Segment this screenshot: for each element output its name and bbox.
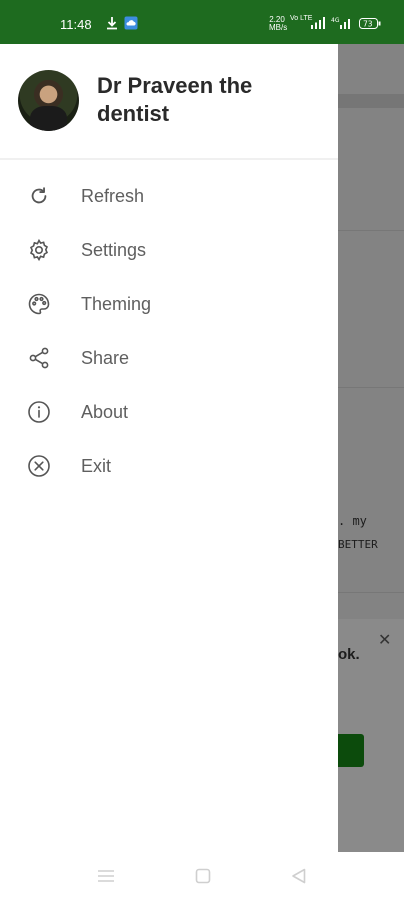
navigation-drawer: Dr Praveen the dentist Refresh Settings … xyxy=(0,44,338,852)
bg-close-icon: ✕ xyxy=(378,632,392,649)
menu-item-about[interactable]: About xyxy=(0,385,338,439)
background-app-scrim[interactable]: . my BETTER ✕ ok. xyxy=(338,44,404,852)
menu-item-label: Exit xyxy=(81,455,112,476)
menu-item-exit[interactable]: Exit xyxy=(0,439,338,493)
battery-icon: 73 xyxy=(359,18,381,29)
bg-divider xyxy=(338,387,404,388)
status-time: 11:48 xyxy=(60,17,92,32)
download-icon xyxy=(106,16,118,30)
back-nav-icon[interactable] xyxy=(291,868,307,889)
palette-icon xyxy=(26,291,52,317)
menu-item-share[interactable]: Share xyxy=(0,331,338,385)
menu-item-label: Settings xyxy=(81,239,147,260)
battery-level: 73 xyxy=(363,19,373,28)
avatar[interactable] xyxy=(18,70,79,131)
bg-text: BETTER xyxy=(338,538,378,551)
share-icon xyxy=(26,345,52,371)
signal-4g-icon: 4G xyxy=(331,16,353,29)
cloud-icon xyxy=(124,16,138,30)
bg-divider xyxy=(338,592,404,593)
signal-icon xyxy=(310,16,326,29)
menu-item-label: About xyxy=(81,401,129,422)
gear-icon xyxy=(26,237,52,263)
menu-nav-icon[interactable] xyxy=(97,868,115,889)
bg-text: . my xyxy=(338,514,367,528)
network-speed: 2.20 MB/s xyxy=(269,15,288,32)
bg-band xyxy=(338,94,404,108)
menu-item-label: Refresh xyxy=(81,185,145,206)
info-icon xyxy=(26,399,52,425)
menu-item-refresh[interactable]: Refresh xyxy=(0,169,338,223)
svg-text:4G: 4G xyxy=(331,17,340,24)
close-circle-icon xyxy=(26,453,52,479)
refresh-icon xyxy=(26,183,52,209)
drawer-menu: Refresh Settings Theming Share About Exi… xyxy=(0,169,338,493)
menu-item-theming[interactable]: Theming xyxy=(0,277,338,331)
bg-text: ok. xyxy=(338,646,360,663)
system-nav-bar xyxy=(0,852,404,900)
bg-green-button xyxy=(338,734,364,767)
user-name: Dr Praveen the dentist xyxy=(97,73,253,126)
drawer-header: Dr Praveen the dentist xyxy=(0,44,338,160)
home-nav-icon[interactable] xyxy=(195,868,211,889)
menu-item-label: Theming xyxy=(81,293,152,314)
avatar-body xyxy=(30,106,67,131)
status-bar: 11:48 2.20 MB/s Vo LTE 4G 73 xyxy=(0,0,404,44)
menu-item-settings[interactable]: Settings xyxy=(0,223,338,277)
bg-divider xyxy=(338,230,404,231)
menu-item-label: Share xyxy=(81,347,130,368)
